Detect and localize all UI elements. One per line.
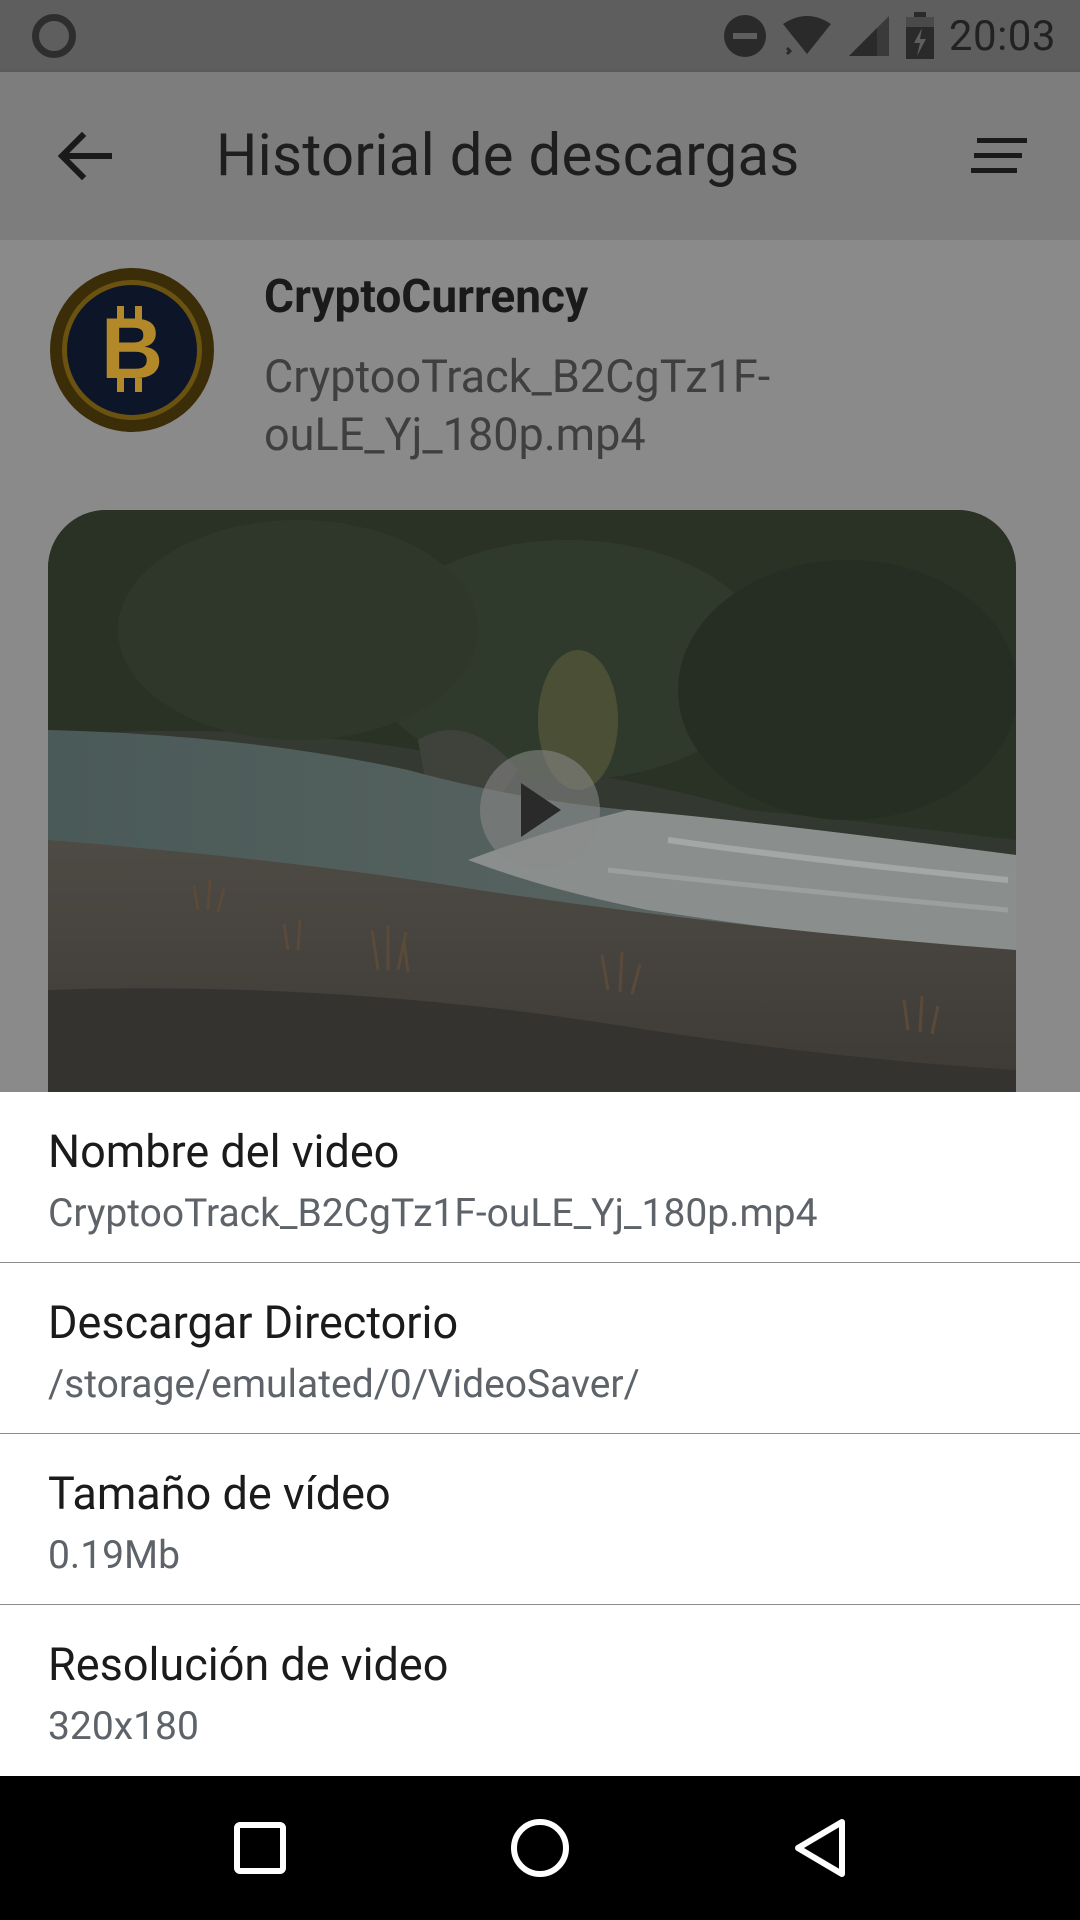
file-name: CryptooTrack_B2CgTz1F-ouLE_Yj_180p.mp4 bbox=[264, 350, 771, 461]
play-button[interactable] bbox=[480, 750, 600, 870]
detail-value: 320x180 bbox=[48, 1703, 199, 1749]
detail-row-size[interactable]: Tamaño de vídeo 0.19Mb bbox=[0, 1434, 1080, 1605]
channel-name: CryptoCurrency bbox=[264, 270, 589, 324]
video-details-sheet: Nombre del video CryptooTrack_B2CgTz1F-o… bbox=[0, 1092, 1080, 1776]
do-not-disturb-icon bbox=[723, 15, 766, 57]
video-thumbnail[interactable] bbox=[48, 510, 1016, 1092]
bitcoin-logo-icon: B bbox=[62, 280, 202, 420]
cell-signal-icon bbox=[848, 16, 889, 56]
avatar: B bbox=[50, 268, 214, 432]
page-title: Historial de descargas bbox=[216, 122, 800, 190]
sort-icon bbox=[971, 138, 1027, 173]
detail-label: Resolución de video bbox=[48, 1638, 449, 1691]
detail-value: CryptooTrack_B2CgTz1F-ouLE_Yj_180p.mp4 bbox=[48, 1190, 818, 1236]
svg-text:B: B bbox=[101, 301, 163, 397]
detail-row-video-name[interactable]: Nombre del video CryptooTrack_B2CgTz1F-o… bbox=[0, 1092, 1080, 1263]
home-circle-icon bbox=[511, 1819, 569, 1877]
back-nav-button[interactable] bbox=[760, 1788, 880, 1908]
detail-value: /storage/emulated/0/VideoSaver/ bbox=[48, 1361, 640, 1407]
play-icon bbox=[521, 783, 561, 837]
detail-row-directory[interactable]: Descargar Directorio /storage/emulated/0… bbox=[0, 1263, 1080, 1434]
recents-square-icon bbox=[234, 1822, 286, 1874]
detail-label: Nombre del video bbox=[48, 1125, 400, 1178]
back-button[interactable] bbox=[34, 106, 134, 206]
detail-row-resolution[interactable]: Resolución de video 320x180 bbox=[0, 1605, 1080, 1776]
app-bar: Historial de descargas bbox=[0, 72, 1080, 240]
back-triangle-icon bbox=[795, 1819, 845, 1877]
status-bar: 20:03 bbox=[0, 0, 1080, 72]
recents-button[interactable] bbox=[200, 1788, 320, 1908]
sort-button[interactable] bbox=[950, 106, 1050, 206]
download-item-header[interactable]: B CryptoCurrency CryptooTrack_B2CgTz1F-o… bbox=[0, 240, 1080, 500]
download-list: B CryptoCurrency CryptooTrack_B2CgTz1F-o… bbox=[0, 240, 1080, 1092]
sync-circle-icon bbox=[32, 14, 76, 58]
battery-charging-icon bbox=[905, 12, 934, 59]
status-icons: 20:03 bbox=[723, 12, 1056, 61]
detail-label: Tamaño de vídeo bbox=[48, 1467, 391, 1520]
home-button[interactable] bbox=[480, 1788, 600, 1908]
detail-value: 0.19Mb bbox=[48, 1532, 180, 1578]
status-time: 20:03 bbox=[948, 11, 1056, 61]
arrow-back-icon bbox=[57, 131, 112, 181]
wifi-icon bbox=[782, 16, 831, 56]
system-nav-bar bbox=[0, 1776, 1080, 1920]
detail-label: Descargar Directorio bbox=[48, 1296, 459, 1349]
